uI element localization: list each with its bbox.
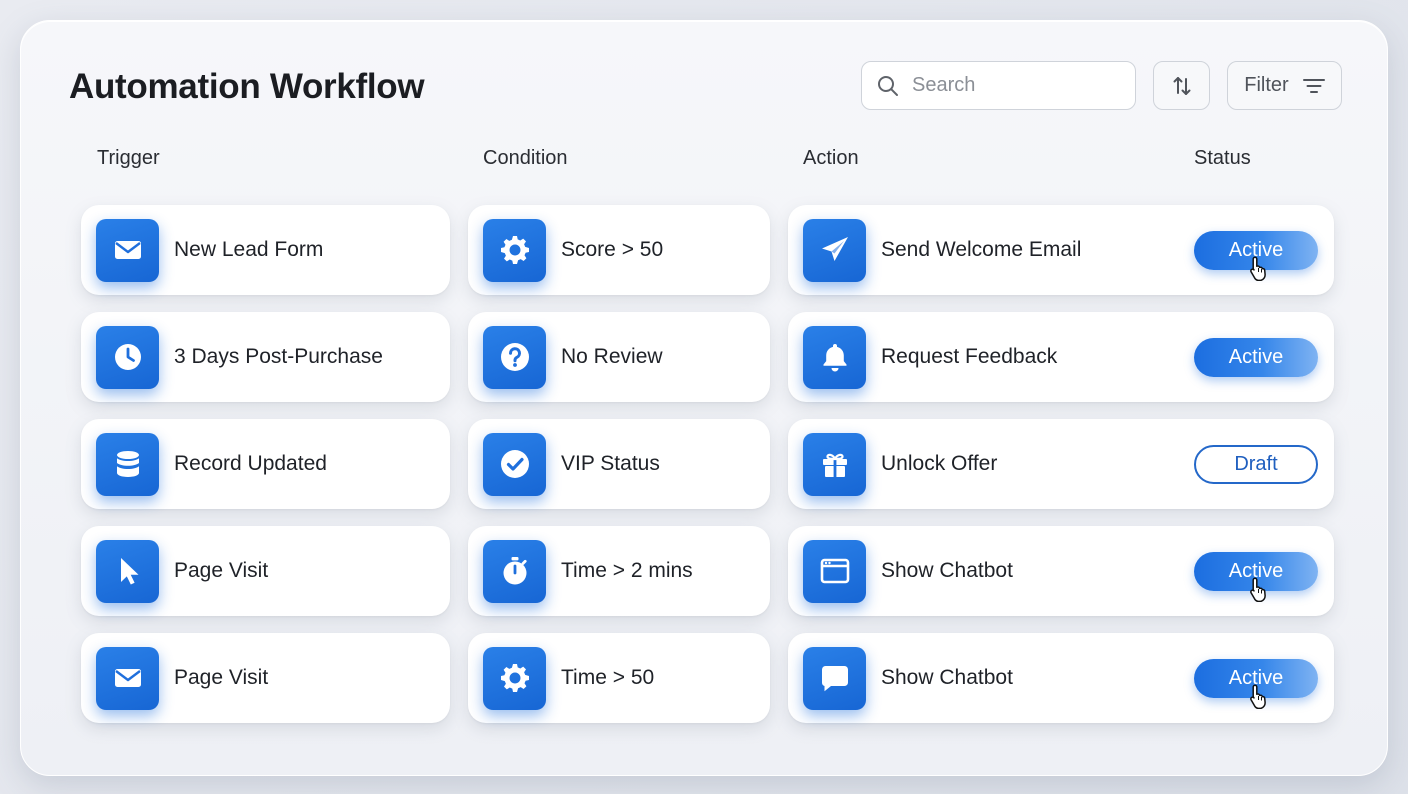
icon-tile [96,432,159,496]
filter-lines-icon [1302,78,1325,93]
icon-tile [96,539,159,603]
icon-tile [96,325,159,389]
condition-card[interactable]: Time > 2 mins [468,526,770,616]
action-card[interactable]: Show Chatbot Active [788,633,1334,723]
action-card[interactable]: Unlock Offer Draft [788,419,1334,509]
column-header-condition: Condition [483,147,568,169]
trigger-card[interactable]: Record Updated [81,419,450,509]
workflow-panel: Automation Workflow Filter Trigger Condi… [20,20,1388,776]
clock-icon [114,344,141,370]
action-label: Show Chatbot [881,559,1013,582]
trigger-label: Page Visit [174,666,269,689]
question-icon [500,343,529,371]
condition-card[interactable]: Time > 50 [468,633,770,723]
stopwatch-icon [503,557,527,585]
condition-card[interactable]: VIP Status [468,419,770,509]
icon-tile [483,432,546,496]
status-badge[interactable]: Active [1194,552,1318,591]
sort-button[interactable] [1153,61,1210,110]
trigger-card[interactable]: Page Visit [81,526,450,616]
envelope-icon [114,241,141,259]
action-card[interactable]: Request Feedback Active [788,312,1334,402]
icon-tile [803,539,866,603]
action-card[interactable]: Send Welcome Email Active [788,205,1334,295]
database-icon [116,451,139,477]
trigger-card[interactable]: Page Visit [81,633,450,723]
icon-tile [803,218,866,282]
trigger-label: 3 Days Post-Purchase [174,345,383,368]
status-badge[interactable]: Active [1194,231,1318,270]
trigger-label: Page Visit [174,559,269,582]
icon-tile [803,325,866,389]
chat-bubble-icon [821,666,848,692]
icon-tile [96,218,159,282]
trigger-card[interactable]: New Lead Form [81,205,450,295]
icon-tile [96,646,159,710]
bell-icon [823,344,846,372]
search-box[interactable] [861,61,1136,110]
search-input[interactable] [912,74,1112,97]
gear-icon [500,664,529,692]
gear-icon [500,236,529,264]
condition-label: No Review [561,345,663,368]
page-title: Automation Workflow [69,67,425,106]
check-circle-icon [500,450,529,478]
action-label: Request Feedback [881,345,1058,368]
condition-card[interactable]: Score > 50 [468,205,770,295]
gift-icon [822,453,847,477]
condition-label: Time > 50 [561,666,655,689]
column-header-trigger: Trigger [97,147,160,169]
trigger-label: New Lead Form [174,238,324,261]
column-header-status: Status [1194,147,1251,169]
status-badge[interactable]: Draft [1194,445,1318,484]
action-label: Send Welcome Email [881,238,1082,261]
search-icon [878,75,898,96]
icon-tile [803,432,866,496]
app-background: Automation Workflow Filter Trigger Condi… [0,0,1408,794]
icon-tile [483,646,546,710]
condition-label: VIP Status [561,452,660,475]
action-label: Show Chatbot [881,666,1013,689]
sort-icon [1173,76,1190,95]
condition-card[interactable]: No Review [468,312,770,402]
filter-button[interactable]: Filter [1227,61,1342,110]
pointer-icon [120,558,138,585]
condition-label: Time > 2 mins [561,559,693,582]
trigger-card[interactable]: 3 Days Post-Purchase [81,312,450,402]
envelope-icon [114,669,141,687]
icon-tile [483,325,546,389]
icon-tile [483,539,546,603]
paper-plane-icon [821,237,848,261]
column-header-action: Action [803,147,859,169]
browser-window-icon [820,558,849,584]
status-badge[interactable]: Active [1194,338,1318,377]
trigger-label: Record Updated [174,452,327,475]
action-card[interactable]: Show Chatbot Active [788,526,1334,616]
action-label: Unlock Offer [881,452,998,475]
icon-tile [803,646,866,710]
status-badge[interactable]: Active [1194,659,1318,698]
icon-tile [483,218,546,282]
filter-label: Filter [1244,74,1289,96]
condition-label: Score > 50 [561,238,664,261]
